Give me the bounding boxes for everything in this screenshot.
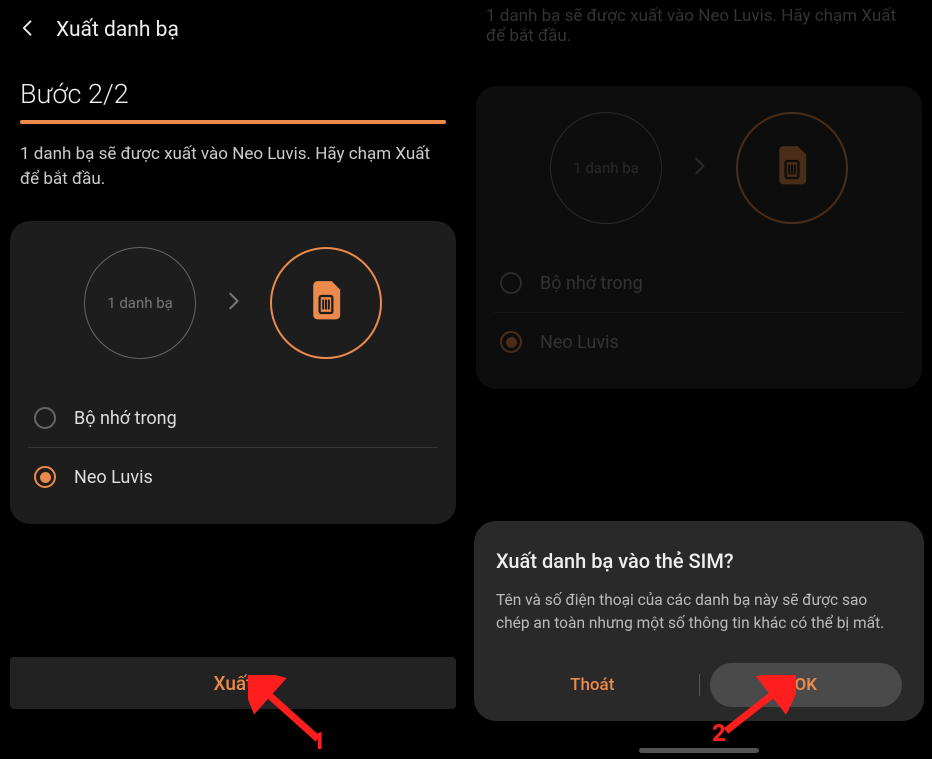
transfer-diagram: 1 danh bạ bbox=[494, 112, 904, 254]
nav-home-indicator bbox=[639, 748, 759, 753]
screen-right: 1 danh bạ sẽ được xuất vào Neo Luvis. Hã… bbox=[466, 0, 932, 759]
dialog-title: Xuất danh bạ vào thẻ SIM? bbox=[496, 549, 902, 573]
radio-icon bbox=[34, 466, 56, 488]
dimmed-description: 1 danh bạ sẽ được xuất vào Neo Luvis. Hã… bbox=[466, 0, 932, 76]
radio-option-internal[interactable]: Bộ nhớ trong bbox=[28, 389, 438, 447]
dialog-ok-label: OK bbox=[795, 675, 818, 695]
radio-option-internal: Bộ nhớ trong bbox=[494, 254, 904, 312]
step-label: Bước 2/2 bbox=[0, 60, 466, 120]
export-card: 1 danh bạ Bộ nhớ trong Neo Luvis bbox=[10, 221, 456, 524]
back-icon[interactable] bbox=[18, 18, 38, 42]
source-circle: 1 danh bạ bbox=[550, 112, 662, 224]
export-card-dimmed: 1 danh bạ Bộ nhớ trong Neo Luvis bbox=[476, 86, 922, 389]
sim-card-icon bbox=[775, 146, 809, 190]
dialog-cancel-button[interactable]: Thoát bbox=[496, 661, 689, 709]
radio-icon bbox=[500, 272, 522, 294]
confirm-dialog: Xuất danh bạ vào thẻ SIM? Tên và số điện… bbox=[474, 521, 924, 722]
chevron-right-icon bbox=[222, 290, 244, 316]
source-circle-label: 1 danh bạ bbox=[107, 294, 173, 312]
dialog-body: Tên và số điện thoại của các danh bạ này… bbox=[496, 589, 902, 636]
radio-label: Neo Luvis bbox=[74, 467, 153, 488]
step-description: 1 danh bạ sẽ được xuất vào Neo Luvis. Hã… bbox=[0, 124, 466, 221]
radio-label: Bộ nhớ trong bbox=[540, 273, 643, 294]
radio-option-neoluvis: Neo Luvis bbox=[494, 312, 904, 371]
radio-option-neoluvis[interactable]: Neo Luvis bbox=[28, 447, 438, 506]
page-title: Xuất danh bạ bbox=[56, 18, 179, 42]
annotation-number: 1 bbox=[312, 727, 326, 755]
transfer-diagram: 1 danh bạ bbox=[28, 247, 438, 389]
divider bbox=[699, 674, 700, 696]
radio-icon bbox=[34, 407, 56, 429]
source-circle-label: 1 danh bạ bbox=[573, 159, 639, 177]
dialog-ok-button[interactable]: OK bbox=[710, 663, 903, 707]
radio-icon bbox=[500, 331, 522, 353]
export-button-label: Xuất bbox=[214, 672, 253, 695]
dialog-actions: Thoát OK bbox=[496, 661, 902, 709]
radio-label: Neo Luvis bbox=[540, 332, 619, 353]
destination-circle bbox=[270, 247, 382, 359]
sim-card-icon bbox=[309, 281, 343, 325]
screen-left: Xuất danh bạ Bước 2/2 1 danh bạ sẽ được … bbox=[0, 0, 466, 759]
chevron-right-icon bbox=[688, 155, 710, 181]
radio-label: Bộ nhớ trong bbox=[74, 408, 177, 429]
app-header: Xuất danh bạ bbox=[0, 0, 466, 60]
destination-circle bbox=[736, 112, 848, 224]
annotation-number: 2 bbox=[712, 719, 726, 747]
export-button[interactable]: Xuất bbox=[10, 657, 456, 709]
source-circle: 1 danh bạ bbox=[84, 247, 196, 359]
dialog-cancel-label: Thoát bbox=[570, 675, 614, 695]
